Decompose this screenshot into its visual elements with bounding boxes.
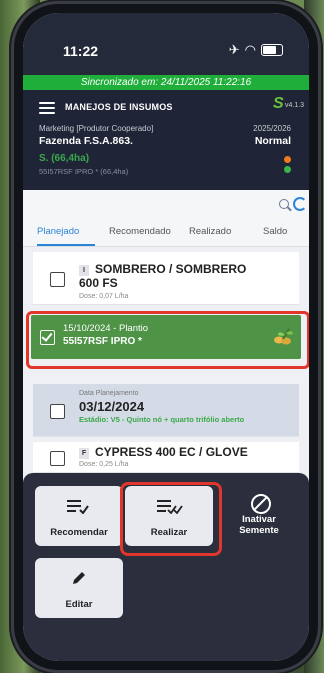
list-item-sombrero[interactable]: I SOMBRERO / SOMBRERO 600 FS Dose: 0,07 …	[33, 252, 299, 305]
status-dot-green-icon	[284, 166, 291, 173]
tab-active-indicator	[37, 244, 95, 246]
list-double-check-icon	[157, 500, 183, 514]
recomendar-label: Recomendar	[50, 527, 108, 538]
checkbox-checked[interactable]	[40, 330, 55, 345]
content-area: Planejado Recomendado Realizado Saldo I …	[23, 190, 309, 473]
product-name: SOMBRERO / SOMBRERO	[95, 262, 247, 276]
status-dot-orange-icon	[284, 156, 291, 163]
editar-button[interactable]: Editar	[35, 558, 123, 618]
inativar-semente-button[interactable]: Inativar Semente	[215, 486, 303, 546]
checkbox[interactable]	[50, 404, 65, 419]
tab-bar: Planejado Recomendado Realizado Saldo	[23, 220, 309, 247]
product-dose: Dose: 0,07 L/ha	[79, 293, 129, 300]
mode-label: Normal	[254, 135, 291, 147]
checkbox[interactable]	[50, 451, 65, 466]
sync-status: Sincronizado em: 24/11/2025 11:22:16	[23, 75, 309, 90]
system-icons: ✈ ◠	[229, 42, 283, 58]
seed-name: 55I57RSF IPRO *	[63, 336, 142, 347]
tab-planejado[interactable]: Planejado	[37, 226, 79, 237]
inativar-label: Inativar Semente	[239, 514, 279, 536]
pencil-icon	[73, 572, 85, 584]
battery-icon	[261, 44, 283, 56]
recomendar-button[interactable]: Recomendar	[35, 486, 123, 546]
editar-label: Editar	[65, 599, 93, 610]
airplane-icon: ✈	[228, 42, 240, 57]
realizar-label: Realizar	[150, 527, 188, 538]
list-item-plantio-selected[interactable]: 15/10/2024 - Plantio 55I57RSF IPRO *	[31, 315, 301, 359]
status-bar: 11:22 ✈ ◠	[23, 13, 309, 75]
product-name: CYPRESS 400 EC / GLOVE	[95, 445, 248, 459]
hamburger-menu-icon[interactable]	[39, 102, 55, 114]
block-icon	[251, 494, 271, 514]
planning-label: Data Planejamento	[79, 390, 139, 397]
status-time: 11:22	[63, 43, 99, 59]
app-logo-icon: S	[273, 95, 284, 112]
refresh-icon[interactable]	[293, 197, 307, 211]
plantio-date: 15/10/2024 - Plantio	[63, 323, 149, 334]
category-badge: I	[79, 265, 89, 276]
category-badge: F	[79, 448, 89, 459]
realizar-button[interactable]: Realizar	[125, 486, 213, 546]
checkbox[interactable]	[50, 272, 65, 287]
page-title: MANEJOS DE INSUMOS	[65, 102, 173, 112]
seed-summary[interactable]: S. (66,4ha)	[39, 153, 89, 164]
toolbar-row	[23, 190, 309, 220]
planning-date: 03/12/2024	[79, 399, 145, 414]
search-icon[interactable]	[279, 199, 289, 209]
growth-stage: Estádio: V5 - Quinto nó + quarto trifóli…	[79, 415, 245, 424]
product-dose: Dose: 0,25 L/ha	[79, 461, 129, 468]
list-item-planejamento[interactable]: Data Planejamento 03/12/2024 Estádio: V5…	[33, 384, 299, 437]
tab-recomendado[interactable]: Recomendado	[109, 226, 171, 237]
tab-realizado[interactable]: Realizado	[189, 226, 231, 237]
list-item-cypress[interactable]: F CYPRESS 400 EC / GLOVE Dose: 0,25 L/ha	[33, 442, 299, 473]
seed-plant-icon	[274, 328, 293, 345]
action-sheet: Recomendar Realizar Inativar Semente Edi…	[23, 473, 309, 661]
producer-type: Marketing [Produtor Cooperado]	[39, 124, 154, 133]
phone-frame: 11:22 ✈ ◠ Sincronizado em: 24/11/2025 11…	[14, 4, 318, 670]
app-version: v4.1.3	[285, 102, 305, 109]
screen: 11:22 ✈ ◠ Sincronizado em: 24/11/2025 11…	[23, 13, 309, 661]
season: 2025/2026	[253, 124, 291, 133]
seed-variety: 55I57RSF IPRO * (66,4ha)	[39, 167, 129, 176]
list-check-icon	[67, 500, 91, 514]
farm-name: Fazenda F.S.A.863.	[39, 135, 133, 147]
product-name-line2: 600 FS	[79, 276, 118, 290]
app-header: MANEJOS DE INSUMOS S v4.1.3 Marketing [P…	[23, 90, 309, 190]
wifi-icon: ◠	[244, 42, 256, 57]
tab-saldo[interactable]: Saldo	[263, 226, 287, 237]
